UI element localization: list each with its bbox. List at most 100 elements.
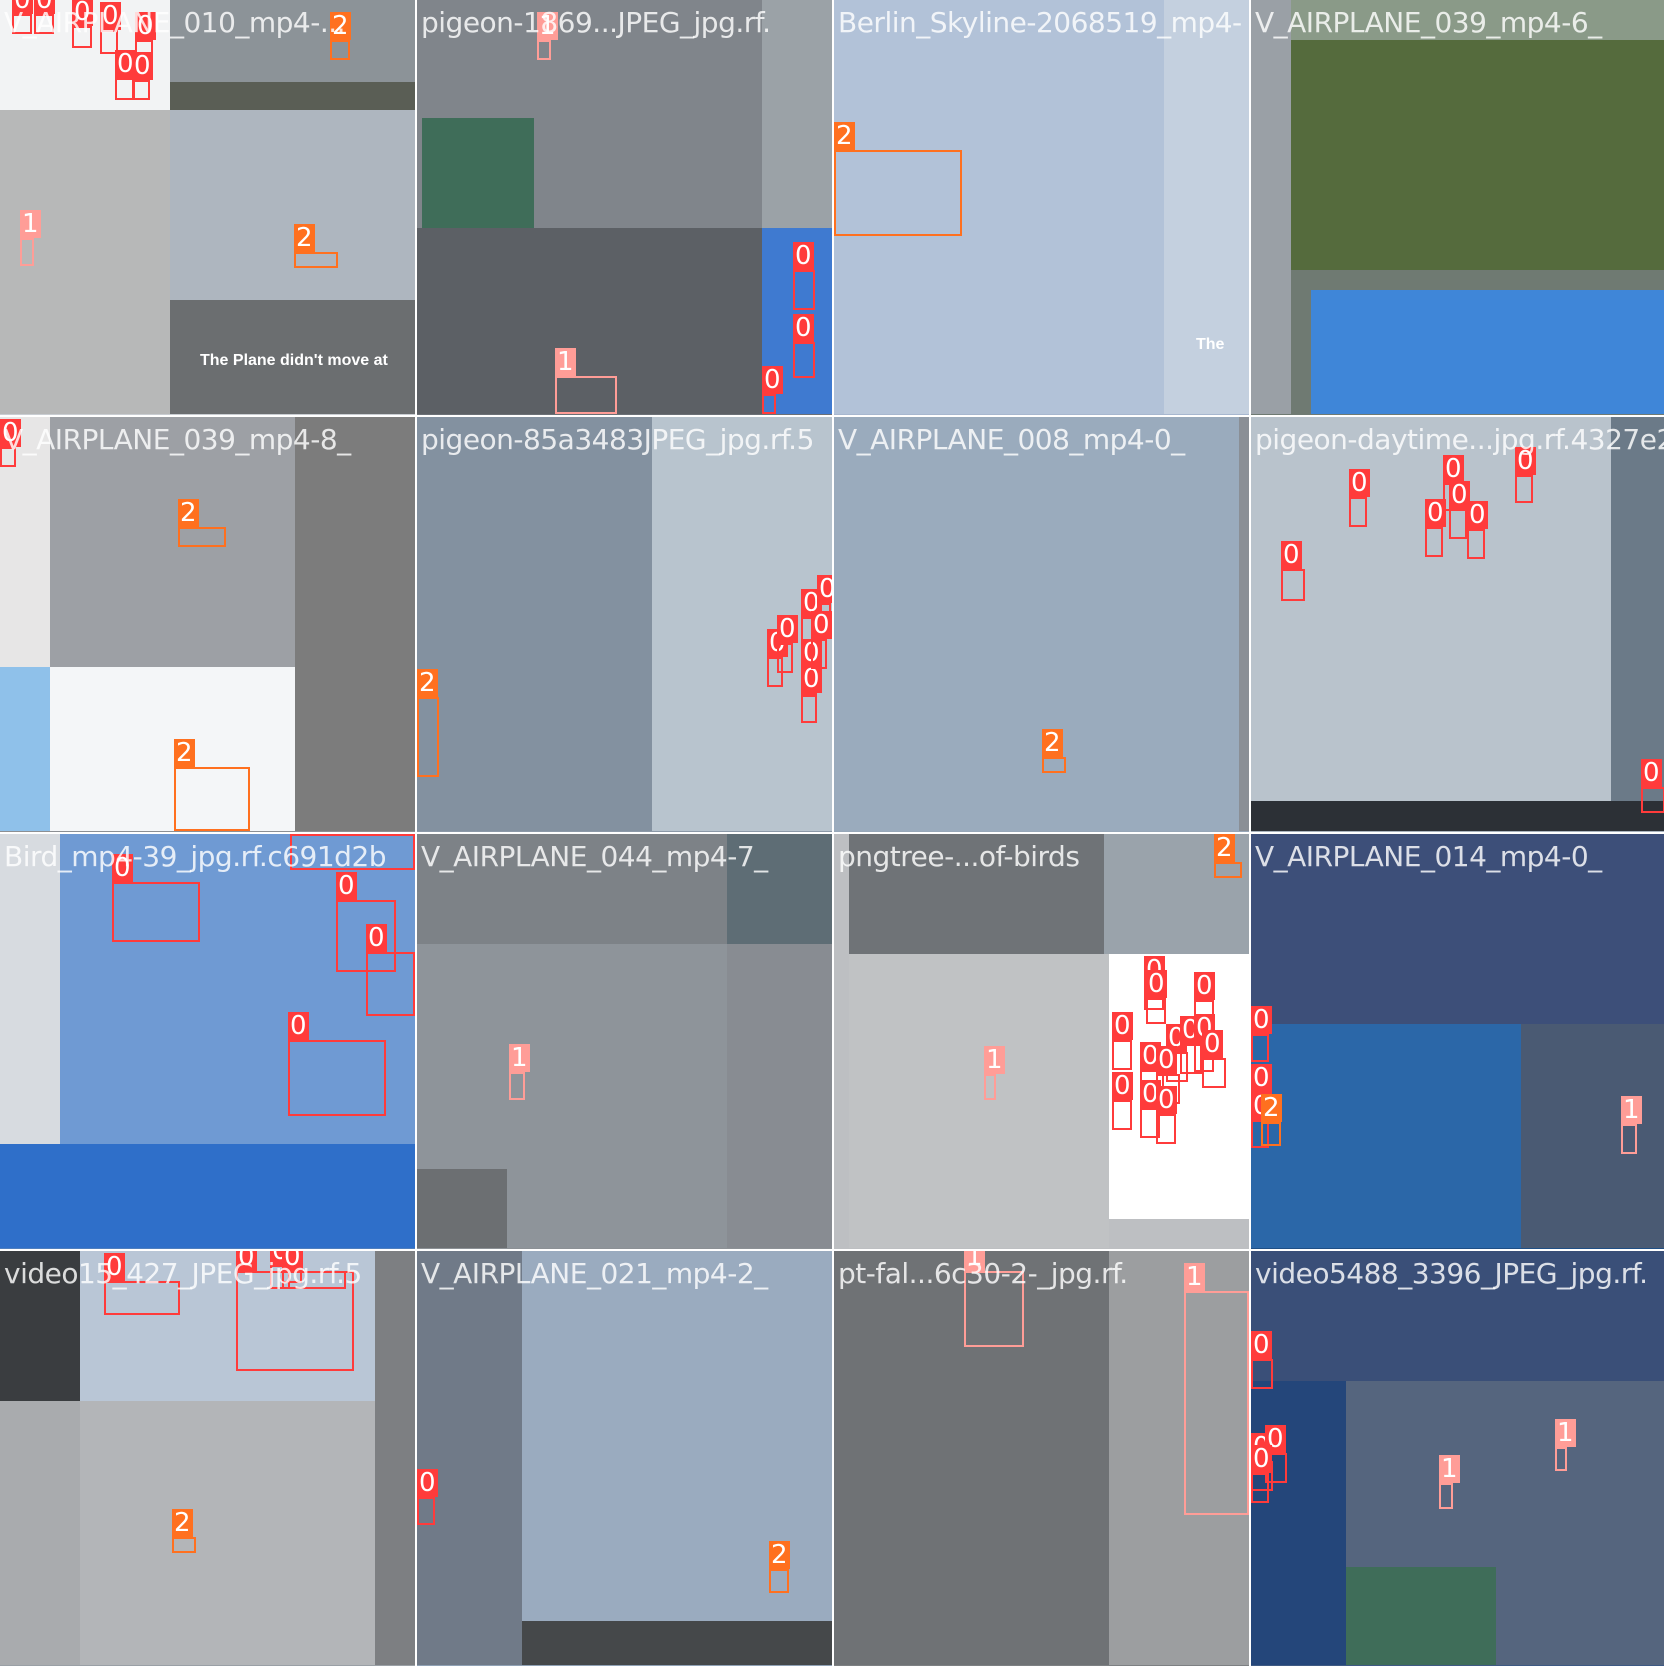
detection-label: 0 <box>1425 498 1446 528</box>
image-panel <box>0 834 60 1144</box>
detection-box-class-0: 0 <box>1251 1445 1272 1503</box>
detection-label: 0 <box>1467 500 1488 530</box>
detection-label: 1 <box>1439 1454 1460 1484</box>
detection-box-class-1: 1 <box>984 1046 1005 1100</box>
image-panel <box>1611 417 1664 801</box>
image-panel <box>834 417 1239 831</box>
detection-label: 1 <box>509 1043 530 1073</box>
image-panel <box>50 667 295 831</box>
detection-box-class-2: 2 <box>330 12 351 60</box>
detection-box-class-2: 2 <box>1261 1094 1282 1146</box>
detection-box-class-0: 0 <box>1112 1072 1133 1130</box>
image-panel <box>375 1251 415 1665</box>
detection-box-class-0: 0 <box>1202 1030 1226 1088</box>
mosaic-tile: 2 V_AIRPLANE_008_mp4-0_ <box>834 417 1249 832</box>
image-panel <box>80 1401 375 1665</box>
image-panel <box>1251 417 1611 801</box>
detection-label: 0 <box>793 241 814 271</box>
mosaic-tile: 00021V_AIRPLANE_014_mp4-0_ <box>1251 834 1664 1249</box>
detection-box-class-0: 0 <box>1449 481 1470 539</box>
image-panel <box>295 417 415 831</box>
detection-box-class-0: 0 <box>793 242 815 310</box>
detection-label: 0 <box>1281 540 1302 570</box>
detection-label: 2 <box>1214 834 1235 863</box>
detection-box-class-0: 0 <box>1425 499 1446 557</box>
detection-box-class-0: 0 <box>1349 469 1370 527</box>
tile-filename: Bird_mp4-39_jpg.rf.c691d2b <box>4 840 387 873</box>
tile-filename: Berlin_Skyline-2068519_mp4- <box>838 6 1242 39</box>
detection-box-class-0: 0 <box>1251 1331 1273 1389</box>
image-panel <box>417 1169 507 1248</box>
detection-label: 2 <box>174 738 195 768</box>
detection-label: 2 <box>769 1540 790 1570</box>
detection-box-class-0: 0 <box>366 924 415 1016</box>
tile-filename: video15_427_JPEG_jpg.rf.5 <box>4 1257 362 1290</box>
detection-label: 0 <box>1349 468 1370 498</box>
detection-label: 0 <box>1194 971 1215 1001</box>
detection-label: 0 <box>1112 1071 1133 1101</box>
image-panel <box>522 1251 832 1665</box>
detection-label: 2 <box>172 1508 193 1538</box>
detection-label: 2 <box>178 498 199 528</box>
image-panel <box>0 667 50 831</box>
detection-label: 0 <box>793 313 814 343</box>
tile-filename: pigeon-daytime...jpg.rf.4327e2 <box>1255 423 1664 456</box>
detection-label: 1 <box>1184 1262 1205 1292</box>
mosaic-grid: The Plane didn't move at 0 0 0 0 0 0 0 2 1 2 V_AIRP… <box>0 0 1664 1666</box>
detection-box-class-1: 1 <box>555 348 617 414</box>
tile-filename: pngtree-...of-birds <box>838 840 1080 873</box>
mosaic-tile: The Plane didn't move at 0 0 0 0 0 0 0 2 1 2 V_AIRP… <box>0 0 415 415</box>
detection-box-class-0: 0 <box>801 665 822 723</box>
mosaic-tile: 0 2 V_AIRPLANE_021_mp4-2_ <box>417 1251 832 1666</box>
image-panel <box>1251 1381 1346 1665</box>
tile-filename: V_AIRPLANE_039_mp4-6_ <box>1255 6 1602 39</box>
image-panel <box>1311 290 1664 414</box>
detection-box-class-0: 0 <box>777 615 798 673</box>
detection-label: 0 <box>1251 1063 1272 1093</box>
detection-box-class-1: 1 <box>537 12 558 60</box>
tile-filename: V_AIRPLANE_044_mp4-7_ <box>421 840 768 873</box>
mosaic-tile: V_AIRPLANE_039_mp4-6_ <box>1251 0 1664 415</box>
detection-box-class-0: 0 <box>1112 1012 1133 1070</box>
detection-label: 0 <box>288 1011 309 1041</box>
detection-box-class-0: 0 <box>1156 1086 1177 1144</box>
caption-overlay: The <box>1196 336 1225 353</box>
detection-label: 0 <box>1641 758 1662 788</box>
image-panel <box>1251 1024 1521 1248</box>
caption-overlay: The Plane didn't move at <box>200 352 388 369</box>
image-panel <box>849 954 1109 1248</box>
detection-box-class-0: 0 <box>288 1012 386 1116</box>
image-panel <box>727 944 832 1248</box>
image-panel <box>417 417 652 831</box>
detection-label: 1 <box>20 209 41 239</box>
image-panel <box>1346 1567 1496 1665</box>
detection-label: 2 <box>1042 728 1063 758</box>
detection-box-class-2: 2 <box>1042 729 1066 773</box>
detection-box-class-0: 0 <box>132 52 153 100</box>
detection-box-class-0: 0 <box>417 1469 438 1525</box>
detection-label: 2 <box>294 223 315 253</box>
detection-box-class-0: 0 <box>1251 1006 1272 1062</box>
image-panel <box>1239 417 1249 831</box>
detection-box-class-0: 0 <box>1146 970 1167 1024</box>
detection-label: 0 <box>817 575 832 603</box>
tile-filename: V_AIRPLANE_010_mp4-... <box>4 6 346 39</box>
image-panel <box>1521 1024 1664 1248</box>
tile-filename: V_AIRPLANE_014_mp4-0_ <box>1255 840 1602 873</box>
image-panel <box>422 118 534 228</box>
detection-box-class-1: 1 <box>1439 1455 1460 1509</box>
tile-filename: video5488_3396_JPEG_jpg.rf. <box>1255 1257 1648 1290</box>
detection-label: 0 <box>762 365 783 395</box>
mosaic-tile: 1 1 0 0 0 pigeon-1869...JPEG_jpg.rf. <box>417 0 832 415</box>
detection-label: 0 <box>1156 1085 1177 1115</box>
detection-box-class-1: 1 <box>20 210 41 266</box>
detection-label: 0 <box>801 664 822 694</box>
detection-box-class-0: 0 <box>762 366 783 414</box>
tile-filename: pt-fal...6c30-2-_jpg.rf. <box>838 1257 1128 1290</box>
detection-label: 0 <box>811 610 832 640</box>
detection-box-class-2: 2 <box>294 224 338 268</box>
detection-label: 0 <box>336 871 357 901</box>
mosaic-tile: 000011video5488_3396_JPEG_jpg.rf. <box>1251 1251 1664 1666</box>
mosaic-tile: The 2 Berlin_Skyline-2068519_mp4- <box>834 0 1249 415</box>
image-panel <box>1251 801 1664 831</box>
